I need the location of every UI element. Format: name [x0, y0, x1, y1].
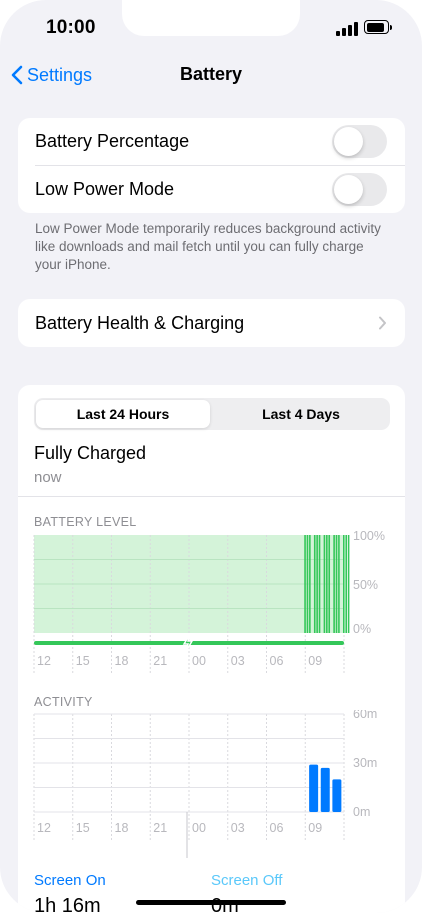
battery-level-chart: 100% 50% 0% 12 15 18 21 00 03 06 09 — [33, 530, 385, 673]
activity-y-tick-label: 0m — [353, 805, 370, 819]
battery-level-bar — [345, 535, 347, 633]
activity-x-tick-label: 15 — [76, 821, 90, 835]
battery-level-bar — [309, 535, 311, 633]
battery-level-bar — [338, 535, 340, 633]
battery-x-tick-label: 03 — [231, 654, 245, 668]
battery-x-tick-label: 15 — [76, 654, 90, 668]
page-title: Battery — [179, 64, 243, 84]
battery-percentage-toggle[interactable] — [332, 125, 387, 158]
divider — [18, 496, 405, 497]
battery-level-bar — [333, 535, 335, 633]
battery-x-tick-label: 18 — [115, 654, 129, 668]
activity-bar — [309, 764, 319, 812]
cellular-signal-icon — [336, 22, 358, 36]
battery-level-bar — [313, 535, 316, 633]
low-power-footnote: Low Power Mode temporarily reduces backg… — [35, 221, 381, 272]
toggles-card: Battery Percentage Low Power Mode — [18, 118, 405, 213]
activity-x-tick-label: 03 — [231, 821, 245, 835]
activity-chart: 60m 30m 0m 12 15 18 21 00 03 06 09 — [33, 710, 377, 858]
battery-x-tick-label: 06 — [270, 654, 284, 668]
charge-status-time: now — [34, 469, 62, 486]
activity-x-tick-label: 06 — [270, 821, 284, 835]
screen-on-value: 1h 16m — [34, 895, 101, 913]
battery-y-tick-label: 50% — [353, 578, 378, 592]
battery-level-bar — [316, 535, 318, 633]
legend-screen-on: Screen On — [34, 872, 106, 889]
status-time: 10:00 — [46, 17, 96, 38]
charge-status-title: Fully Charged — [34, 443, 147, 463]
battery-level-chart-title: BATTERY LEVEL — [34, 515, 137, 529]
battery-level-bar — [347, 535, 350, 633]
period-segmented-control: Last 24 Hours Last 4 Days — [34, 398, 390, 430]
status-bar: 10:00 — [0, 0, 422, 56]
low-power-mode-toggle[interactable] — [332, 173, 387, 206]
battery-level-bar — [343, 535, 345, 633]
battery-x-tick-label: 00 — [192, 654, 206, 668]
battery-health-label-wrap: Battery Health & Charging — [35, 299, 405, 347]
battery-health-label: Battery Health & Charging — [35, 312, 245, 333]
tab-last-24-hours[interactable]: Last 24 Hours — [36, 400, 210, 428]
activity-x-tick-label: 21 — [153, 821, 167, 835]
charging-bolt-icon — [182, 633, 194, 654]
activity-y-tick-label: 30m — [353, 756, 377, 770]
phone-screen: 10:00 Settings Battery Battery Percentag… — [0, 0, 422, 913]
battery-x-tick-label: 09 — [308, 654, 322, 668]
activity-bar — [332, 779, 342, 812]
battery-x-tick-label: 12 — [37, 654, 51, 668]
home-indicator — [136, 900, 286, 905]
battery-level-bar — [306, 535, 309, 633]
battery-usage-card: Last 24 Hours Last 4 Days Fully Charged … — [18, 385, 405, 913]
low-power-mode-label: Low Power Mode — [35, 179, 175, 199]
battery-x-tick-label: 21 — [153, 654, 167, 668]
activity-x-tick-label: 09 — [308, 821, 322, 835]
chevron-right-icon — [379, 316, 386, 330]
activity-chart-title: ACTIVITY — [34, 695, 93, 709]
battery-percentage-label: Battery Percentage — [35, 131, 190, 151]
activity-bar — [320, 767, 330, 812]
battery-level-bar — [328, 535, 331, 633]
battery-level-bar — [323, 535, 326, 633]
activity-x-tick-label: 12 — [37, 821, 51, 835]
battery-level-bar — [335, 535, 338, 633]
activity-x-tick-label: 00 — [192, 821, 206, 835]
battery-icon — [364, 20, 392, 34]
battery-y-tick-label: 100% — [353, 530, 385, 543]
battery-level-bar — [318, 535, 321, 633]
activity-x-tick-label: 18 — [115, 821, 129, 835]
battery-y-tick-label: 0% — [353, 622, 371, 636]
battery-level-bar — [326, 535, 328, 633]
tab-last-4-days[interactable]: Last 4 Days — [214, 400, 388, 428]
battery-level-bar — [304, 535, 306, 633]
legend-screen-off: Screen Off — [211, 872, 283, 889]
notch — [122, 0, 300, 36]
activity-y-tick-label: 60m — [353, 710, 377, 721]
battery-health-row[interactable]: Battery Health & Charging — [18, 299, 405, 347]
